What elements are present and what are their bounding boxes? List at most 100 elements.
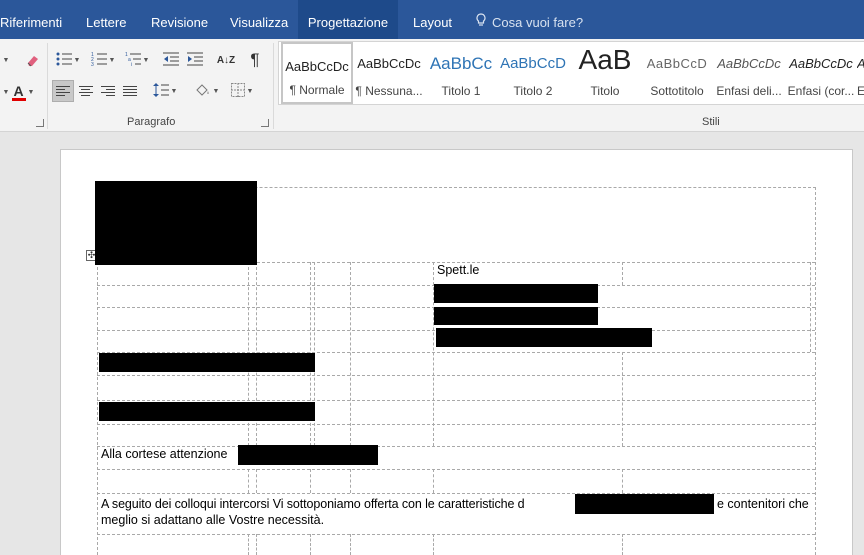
tab-riferimenti[interactable]: Riferimenti	[0, 0, 62, 39]
table-col-border	[622, 352, 623, 446]
decrease-indent-icon	[163, 52, 179, 69]
numbered-list-icon: 123	[91, 52, 107, 69]
multilevel-list-button[interactable]: 1 a i ▼	[122, 49, 152, 71]
body-text-line1: A seguito dei colloqui intercorsi Vi sot…	[101, 497, 525, 511]
table-row-border	[97, 534, 815, 535]
tab-layout[interactable]: Layout	[413, 0, 452, 39]
style-preview: AaBbCcDc	[717, 56, 781, 71]
table-col-border	[248, 534, 249, 555]
svg-text:3: 3	[91, 62, 94, 66]
style-preview: AaBbCcD	[646, 56, 708, 71]
paragraph-group-label: Paragrafo	[127, 116, 176, 128]
style-name: Titolo	[590, 84, 620, 98]
style-enfasi-corsivo[interactable]: AaBbCcDc Enfasi (cor...	[785, 42, 857, 104]
font-dialog-launcher[interactable]	[36, 119, 44, 127]
table-row-border	[97, 424, 815, 425]
align-center-icon	[78, 84, 93, 98]
sort-button[interactable]: A↓Z	[214, 49, 238, 71]
tell-me-search[interactable]: Cosa vuoi fare?	[476, 0, 583, 39]
style-titolo-1[interactable]: AaBbCc Titolo 1	[425, 42, 497, 104]
paragraph-dialog-launcher[interactable]	[261, 119, 269, 127]
redacted-text	[575, 494, 714, 514]
redacted-text	[434, 284, 598, 303]
bullets-button[interactable]: ▼	[53, 49, 83, 71]
table-col-border	[433, 469, 434, 493]
ribbon-tab-bar: Riferimenti Lettere Revisione Visualizza…	[0, 0, 864, 39]
align-left-button[interactable]	[52, 80, 74, 102]
tell-me-label: Cosa vuoi fare?	[492, 15, 584, 30]
redacted-logo	[95, 181, 257, 265]
redacted-text	[436, 328, 652, 347]
style-titolo-2[interactable]: AaBbCcD Titolo 2	[497, 42, 569, 104]
borders-icon	[230, 82, 245, 100]
style-titolo[interactable]: AaB Titolo	[569, 42, 641, 104]
table-col-border	[256, 469, 257, 493]
justify-button[interactable]	[119, 80, 140, 102]
redacted-text	[99, 353, 315, 372]
table-col-border	[622, 534, 623, 555]
style-name: E	[857, 84, 864, 98]
table-col-border	[433, 534, 434, 555]
style-preview: AaBbCcD	[500, 55, 566, 72]
align-right-button[interactable]	[97, 80, 118, 102]
group-separator	[273, 43, 274, 129]
line-spacing-icon	[152, 82, 169, 100]
table-col-border	[810, 262, 811, 352]
table-col-border	[622, 469, 623, 493]
increase-indent-button[interactable]	[184, 49, 206, 71]
table-col-border	[350, 469, 351, 493]
style-name: ¶ Nessuna...	[355, 84, 423, 98]
style-enfasi-intensa[interactable]: A E	[857, 42, 864, 104]
eraser-icon	[27, 56, 38, 67]
align-right-icon	[100, 84, 115, 98]
decrease-indent-button[interactable]	[160, 49, 182, 71]
style-name: Titolo 2	[513, 84, 553, 98]
align-center-button[interactable]	[75, 80, 96, 102]
svg-text:i: i	[131, 62, 132, 66]
style-name: ¶ Normale	[289, 83, 345, 97]
pilcrow-icon: ¶	[250, 50, 260, 69]
style-nessuna-spaziatura[interactable]: AaBbCcDc ¶ Nessuna...	[353, 42, 425, 104]
style-preview: AaBbCcDc	[789, 56, 853, 71]
sort-icon: A↓Z	[216, 54, 236, 66]
redacted-text	[238, 445, 378, 465]
style-preview: AaBbCcDc	[285, 59, 349, 74]
style-sottotitolo[interactable]: AaBbCcD Sottotitolo	[641, 42, 713, 104]
clear-formatting-button[interactable]	[22, 49, 44, 71]
table-row-border	[97, 375, 815, 376]
table-col-border	[310, 469, 311, 493]
borders-button[interactable]: ▼	[226, 80, 258, 102]
show-formatting-button[interactable]: ¶	[244, 49, 266, 71]
table-border	[97, 262, 98, 555]
table-col-border	[622, 262, 623, 285]
tab-progettazione[interactable]: Progettazione	[298, 0, 398, 39]
style-preview: A	[857, 56, 864, 71]
styles-gallery: AaBbCcDc ¶ Normale AaBbCcDc ¶ Nessuna...…	[278, 41, 864, 105]
style-name: Enfasi deli...	[716, 84, 782, 98]
group-separator	[47, 43, 48, 129]
line-spacing-button[interactable]: ▼	[150, 80, 180, 102]
table-col-border	[248, 469, 249, 493]
style-enfasi-delicata[interactable]: AaBbCcDc Enfasi deli...	[713, 42, 785, 104]
tab-lettere[interactable]: Lettere	[86, 0, 126, 39]
table-border	[815, 187, 816, 555]
style-preview: AaB	[578, 44, 632, 75]
paint-bucket-icon	[195, 83, 211, 100]
justify-icon	[122, 84, 137, 98]
font-color-button[interactable]: A ▼	[8, 81, 38, 103]
body-text-line1-end: e contenitori che	[717, 497, 809, 511]
font-color-icon: A	[11, 83, 26, 101]
body-text-line2: meglio si adattano alle Vostre necessità…	[101, 513, 325, 527]
tab-visualizza[interactable]: Visualizza	[230, 0, 288, 39]
style-normale[interactable]: AaBbCcDc ¶ Normale	[281, 42, 353, 104]
table-row-border	[97, 469, 815, 470]
font-size-dropdown[interactable]: ▼	[0, 49, 10, 71]
table-row-border	[97, 400, 815, 401]
table-col-border	[256, 534, 257, 555]
numbering-button[interactable]: 1 2 3 ▼	[88, 49, 118, 71]
recipient-label: Spett.le	[437, 263, 480, 277]
shading-button[interactable]: ▼	[192, 80, 222, 102]
style-preview: AaBbCcDc	[357, 56, 421, 71]
table-col-border	[350, 262, 351, 446]
tab-revisione[interactable]: Revisione	[151, 0, 208, 39]
